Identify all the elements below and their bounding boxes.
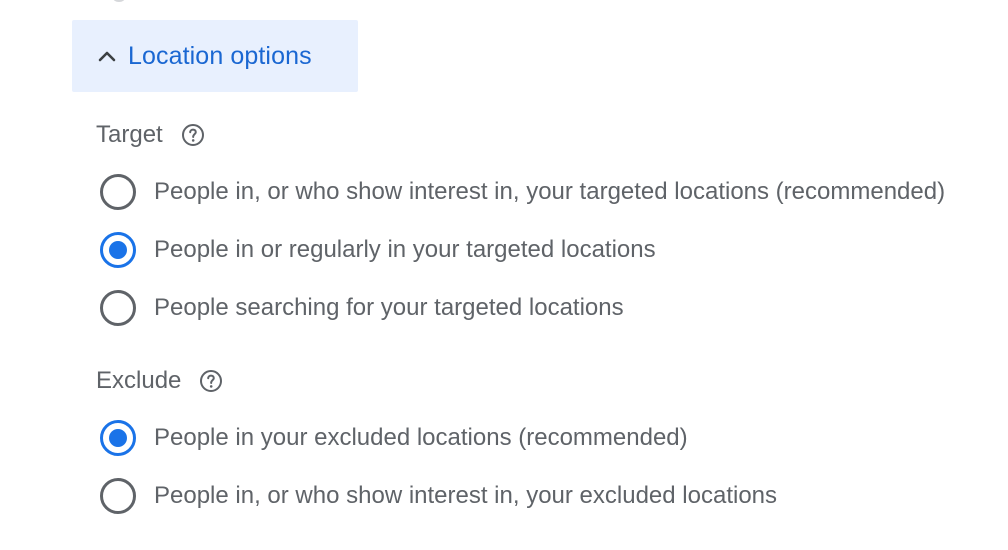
exclude-option-label: People in your excluded locations (recom… [154, 424, 688, 451]
target-option-2[interactable]: People in or regularly in your targeted … [99, 221, 945, 279]
target-radio-group: People in, or who show interest in, your… [99, 163, 945, 337]
exclude-option-2[interactable]: People in, or who show interest in, your… [99, 467, 777, 525]
target-option-3[interactable]: People searching for your targeted locat… [99, 279, 945, 337]
target-heading: Target [96, 121, 163, 148]
target-option-label: People in, or who show interest in, your… [154, 178, 946, 205]
radio-unchecked-icon[interactable] [99, 477, 137, 515]
location-options-label: Location options [128, 41, 312, 70]
radio-checked-icon[interactable] [99, 419, 137, 457]
radio-checked-icon[interactable] [99, 231, 137, 269]
chevron-up-icon [96, 45, 118, 67]
location-options-panel: Location options Target People in, or wh… [0, 0, 1008, 550]
exclude-option-label: People in, or who show interest in, your… [154, 482, 778, 509]
partial-element-above [113, 0, 125, 2]
help-circle-icon[interactable] [199, 369, 223, 393]
target-option-label: People in or regularly in your targeted … [154, 236, 656, 263]
target-heading-row: Target [96, 121, 205, 149]
target-option-label: People searching for your targeted locat… [154, 294, 624, 321]
exclude-heading-row: Exclude [96, 367, 223, 395]
exclude-radio-group: People in your excluded locations (recom… [99, 409, 777, 525]
location-options-toggle[interactable]: Location options [72, 20, 358, 92]
exclude-heading: Exclude [96, 367, 182, 394]
exclude-option-1[interactable]: People in your excluded locations (recom… [99, 409, 777, 467]
radio-unchecked-icon[interactable] [99, 289, 137, 327]
help-circle-icon[interactable] [181, 123, 205, 147]
radio-unchecked-icon[interactable] [99, 173, 137, 211]
target-option-1[interactable]: People in, or who show interest in, your… [99, 163, 945, 221]
